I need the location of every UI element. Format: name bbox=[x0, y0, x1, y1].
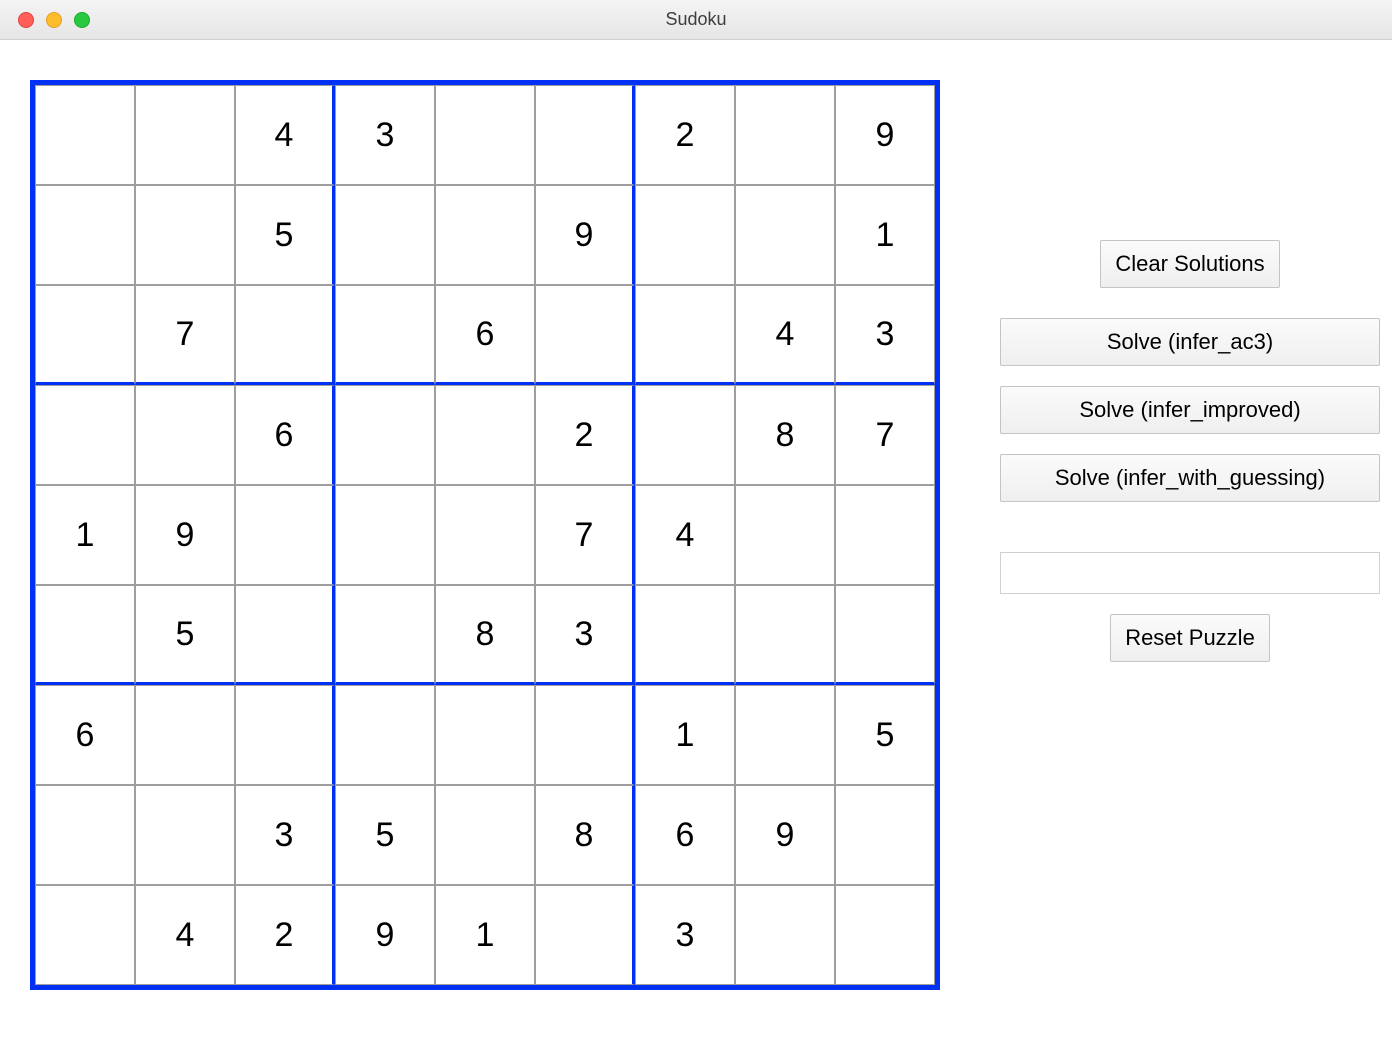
sudoku-cell[interactable]: 5 bbox=[135, 585, 235, 685]
sudoku-cell[interactable]: 3 bbox=[235, 785, 335, 885]
sudoku-cell[interactable]: 7 bbox=[535, 485, 635, 585]
sudoku-cell[interactable]: 4 bbox=[635, 485, 735, 585]
sudoku-cell[interactable] bbox=[835, 785, 935, 885]
sudoku-cell[interactable] bbox=[35, 785, 135, 885]
sudoku-cell[interactable] bbox=[735, 585, 835, 685]
maximize-icon[interactable] bbox=[74, 12, 90, 28]
sudoku-cell[interactable] bbox=[435, 185, 535, 285]
sudoku-cell[interactable] bbox=[635, 285, 735, 385]
sudoku-cell[interactable]: 2 bbox=[635, 85, 735, 185]
sudoku-cell[interactable]: 4 bbox=[235, 85, 335, 185]
sudoku-cell[interactable]: 1 bbox=[435, 885, 535, 985]
sudoku-cell[interactable]: 3 bbox=[835, 285, 935, 385]
sudoku-cell[interactable]: 7 bbox=[835, 385, 935, 485]
sudoku-cell[interactable] bbox=[835, 485, 935, 585]
sudoku-cell[interactable] bbox=[35, 85, 135, 185]
sudoku-cell[interactable]: 3 bbox=[535, 585, 635, 685]
sudoku-cell[interactable]: 6 bbox=[435, 285, 535, 385]
sudoku-cell[interactable] bbox=[335, 385, 435, 485]
minimize-icon[interactable] bbox=[46, 12, 62, 28]
sudoku-cell[interactable] bbox=[435, 385, 535, 485]
sudoku-cell[interactable]: 3 bbox=[635, 885, 735, 985]
sudoku-cell[interactable] bbox=[235, 685, 335, 785]
sudoku-cell[interactable]: 5 bbox=[835, 685, 935, 785]
puzzle-input[interactable] bbox=[1000, 552, 1380, 594]
sudoku-cell[interactable]: 8 bbox=[435, 585, 535, 685]
sudoku-cell[interactable] bbox=[35, 585, 135, 685]
sudoku-cell[interactable]: 5 bbox=[335, 785, 435, 885]
close-icon[interactable] bbox=[18, 12, 34, 28]
traffic-lights bbox=[0, 12, 90, 28]
sudoku-cell[interactable]: 4 bbox=[135, 885, 235, 985]
sudoku-cell[interactable] bbox=[835, 585, 935, 685]
sudoku-cell[interactable] bbox=[635, 585, 735, 685]
sudoku-cell[interactable] bbox=[435, 685, 535, 785]
sudoku-cell[interactable] bbox=[135, 185, 235, 285]
sudoku-cell[interactable]: 5 bbox=[235, 185, 335, 285]
window-title: Sudoku bbox=[0, 9, 1392, 30]
sudoku-cell[interactable] bbox=[35, 885, 135, 985]
sudoku-cell[interactable]: 6 bbox=[35, 685, 135, 785]
controls-panel: Clear Solutions Solve (infer_ac3) Solve … bbox=[1000, 80, 1380, 990]
sudoku-cell[interactable] bbox=[535, 285, 635, 385]
titlebar: Sudoku bbox=[0, 0, 1392, 40]
sudoku-cell[interactable]: 1 bbox=[35, 485, 135, 585]
sudoku-cell[interactable] bbox=[235, 585, 335, 685]
sudoku-cell[interactable] bbox=[535, 685, 635, 785]
sudoku-container: 43295917643628719745836153586942913 bbox=[30, 80, 940, 990]
sudoku-cell[interactable] bbox=[35, 385, 135, 485]
sudoku-cell[interactable] bbox=[535, 885, 635, 985]
sudoku-cell[interactable] bbox=[35, 285, 135, 385]
sudoku-cell[interactable]: 8 bbox=[535, 785, 635, 885]
sudoku-cell[interactable] bbox=[435, 485, 535, 585]
sudoku-cell[interactable] bbox=[435, 785, 535, 885]
solve-guessing-button[interactable]: Solve (infer_with_guessing) bbox=[1000, 454, 1380, 502]
sudoku-cell[interactable] bbox=[335, 285, 435, 385]
sudoku-cell[interactable] bbox=[335, 585, 435, 685]
sudoku-cell[interactable]: 2 bbox=[235, 885, 335, 985]
solve-ac3-button[interactable]: Solve (infer_ac3) bbox=[1000, 318, 1380, 366]
sudoku-cell[interactable] bbox=[735, 685, 835, 785]
sudoku-cell[interactable] bbox=[135, 685, 235, 785]
solve-improved-button[interactable]: Solve (infer_improved) bbox=[1000, 386, 1380, 434]
sudoku-cell[interactable] bbox=[135, 385, 235, 485]
sudoku-cell[interactable]: 9 bbox=[535, 185, 635, 285]
sudoku-cell[interactable]: 9 bbox=[835, 85, 935, 185]
sudoku-cell[interactable]: 9 bbox=[335, 885, 435, 985]
content-area: 43295917643628719745836153586942913 Clea… bbox=[0, 40, 1392, 1030]
sudoku-cell[interactable]: 6 bbox=[235, 385, 335, 485]
sudoku-cell[interactable] bbox=[335, 485, 435, 585]
sudoku-cell[interactable] bbox=[735, 185, 835, 285]
sudoku-cell[interactable] bbox=[435, 85, 535, 185]
sudoku-cell[interactable]: 1 bbox=[835, 185, 935, 285]
sudoku-cell[interactable] bbox=[735, 885, 835, 985]
sudoku-cell[interactable] bbox=[135, 85, 235, 185]
sudoku-cell[interactable] bbox=[235, 485, 335, 585]
sudoku-cell[interactable] bbox=[735, 85, 835, 185]
sudoku-cell[interactable]: 9 bbox=[135, 485, 235, 585]
sudoku-cell[interactable] bbox=[635, 185, 735, 285]
clear-solutions-button[interactable]: Clear Solutions bbox=[1100, 240, 1279, 288]
app-window: Sudoku 432959176436287197458361535869429… bbox=[0, 0, 1392, 1038]
sudoku-cell[interactable] bbox=[835, 885, 935, 985]
sudoku-grid: 43295917643628719745836153586942913 bbox=[30, 80, 940, 990]
sudoku-cell[interactable] bbox=[535, 85, 635, 185]
sudoku-cell[interactable] bbox=[735, 485, 835, 585]
reset-puzzle-button[interactable]: Reset Puzzle bbox=[1110, 614, 1270, 662]
sudoku-cell[interactable]: 6 bbox=[635, 785, 735, 885]
sudoku-cell[interactable]: 1 bbox=[635, 685, 735, 785]
sudoku-cell[interactable] bbox=[35, 185, 135, 285]
sudoku-cell[interactable]: 9 bbox=[735, 785, 835, 885]
sudoku-cell[interactable] bbox=[335, 685, 435, 785]
sudoku-cell[interactable]: 2 bbox=[535, 385, 635, 485]
sudoku-cell[interactable] bbox=[235, 285, 335, 385]
sudoku-cell[interactable]: 3 bbox=[335, 85, 435, 185]
sudoku-cell[interactable]: 7 bbox=[135, 285, 235, 385]
sudoku-cell[interactable] bbox=[335, 185, 435, 285]
sudoku-cell[interactable]: 4 bbox=[735, 285, 835, 385]
sudoku-cell[interactable] bbox=[135, 785, 235, 885]
sudoku-cell[interactable]: 8 bbox=[735, 385, 835, 485]
sudoku-cell[interactable] bbox=[635, 385, 735, 485]
